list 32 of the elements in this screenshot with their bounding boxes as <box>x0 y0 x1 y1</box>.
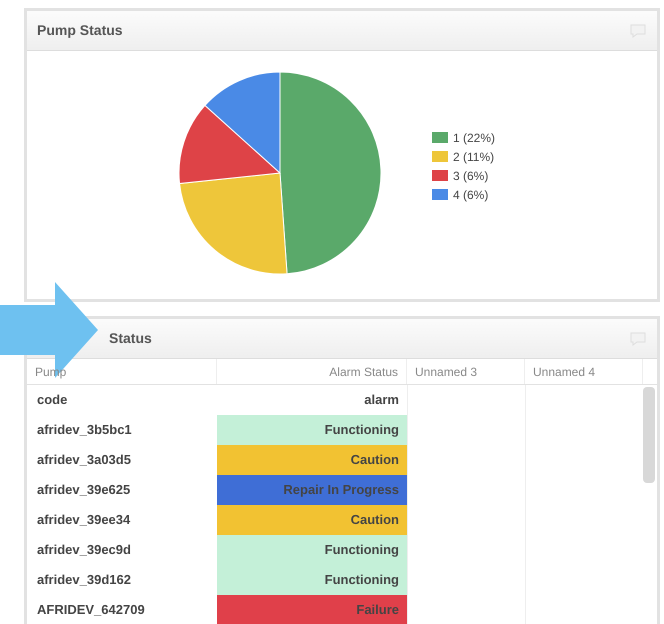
status-cell: Functioning <box>217 535 407 565</box>
legend-label: 3 (6%) <box>453 169 488 183</box>
table-cell-text: afridev_39ec9d <box>36 541 132 560</box>
column-header: Alarm Status <box>217 359 407 384</box>
table-cell-text: afridev_3b5bc1 <box>36 421 133 440</box>
status-cell: Caution <box>217 505 407 535</box>
status-cell: Functioning <box>217 565 407 595</box>
comment-icon[interactable] <box>629 22 647 38</box>
comment-icon[interactable] <box>629 330 647 346</box>
status-cell: Failure <box>217 595 407 624</box>
legend-swatch <box>432 170 448 181</box>
status-cell-text: alarm <box>363 391 400 410</box>
legend-swatch <box>432 132 448 143</box>
status-cell: Caution <box>217 445 407 475</box>
legend-swatch <box>432 189 448 200</box>
column-header: Unnamed 3 <box>407 359 525 384</box>
table-cell-text: afridev_39ee34 <box>36 511 132 530</box>
table-cell-text: afridev_39d162 <box>36 571 132 590</box>
legend-label: 2 (11%) <box>453 150 494 164</box>
panel-title: Pump Status <box>37 21 123 40</box>
table-cell-text: code <box>36 391 68 410</box>
legend-label: 1 (22%) <box>453 131 496 145</box>
table-cell-text: afridev_3a03d5 <box>36 451 132 470</box>
status-cell: Repair In Progress <box>217 475 407 505</box>
status-cell: Functioning <box>217 415 407 445</box>
scrollbar-thumb[interactable] <box>643 387 655 483</box>
table-cell-text: afridev_39e625 <box>36 481 132 500</box>
legend-label: 4 (6%) <box>453 188 488 202</box>
legend-swatch <box>432 151 448 162</box>
table-cell-text: AFRIDEV_642709 <box>36 601 146 620</box>
column-header: Unnamed 4 <box>525 359 643 384</box>
panel-title: Status <box>108 329 152 348</box>
